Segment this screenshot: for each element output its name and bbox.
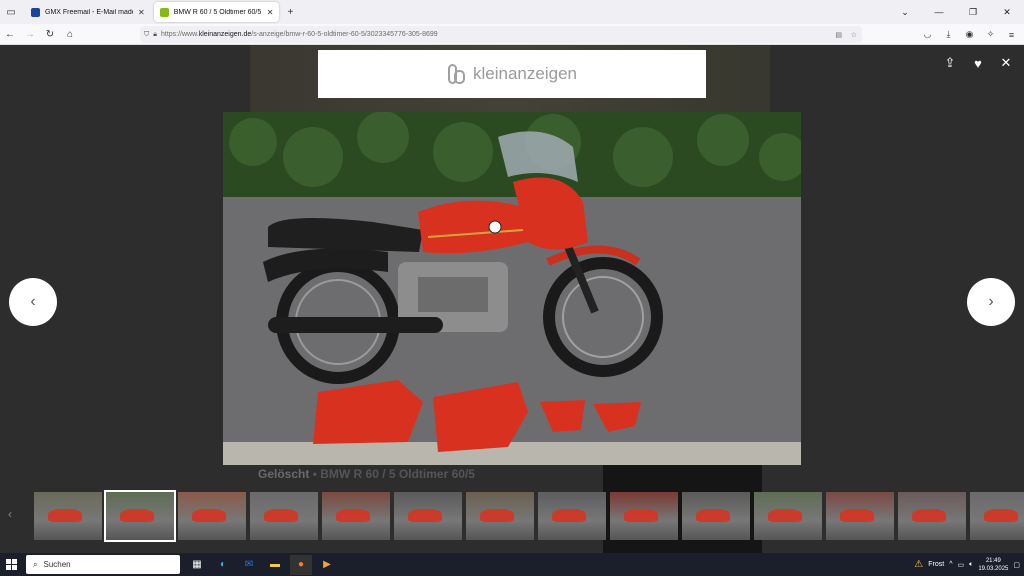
new-tab-button[interactable]: + bbox=[279, 1, 301, 23]
notifications-icon[interactable]: ▢ bbox=[1013, 561, 1020, 569]
shield-icon[interactable]: ⛉ bbox=[144, 31, 149, 39]
taskbar-search[interactable]: ⌕ Suchen bbox=[26, 555, 180, 574]
reload-icon[interactable]: ↻ bbox=[40, 29, 60, 40]
thumbnail-motorcycle-shape bbox=[551, 508, 586, 523]
main-photo bbox=[223, 112, 801, 465]
thumbnail-2[interactable] bbox=[104, 490, 176, 542]
thumbnail-motorcycle-shape bbox=[479, 508, 514, 523]
favorite-heart-icon[interactable]: ♥ bbox=[970, 55, 986, 71]
kleinanzeigen-logo: kleinanzeigen bbox=[318, 50, 706, 98]
bookmark-star-icon[interactable]: ☆ bbox=[851, 31, 857, 39]
volume-icon[interactable]: 🔈︎ bbox=[969, 561, 973, 569]
listing-title: BMW R 60 / 5 Oldtimer 60/5 bbox=[320, 467, 475, 481]
back-icon[interactable]: ← bbox=[0, 29, 20, 40]
minimize-icon[interactable]: — bbox=[922, 0, 956, 24]
thumbnail-9[interactable] bbox=[610, 492, 678, 540]
menu-icon[interactable]: ≡ bbox=[1003, 26, 1020, 43]
caption-separator: • bbox=[309, 467, 321, 481]
tab-gmx[interactable]: GMX Freemail - E-Mail made in ✕ bbox=[25, 2, 151, 22]
search-placeholder: Suchen bbox=[43, 560, 71, 569]
thumbnail-motorcycle-shape bbox=[119, 508, 154, 523]
tab-bar: ▭ GMX Freemail - E-Mail made in ✕ BMW R … bbox=[0, 0, 1024, 24]
deleted-label: Gelöscht bbox=[258, 467, 310, 481]
close-tab-icon[interactable]: ✕ bbox=[138, 8, 145, 17]
close-viewer-icon[interactable]: ✕ bbox=[998, 55, 1014, 71]
thumbnail-6[interactable] bbox=[394, 492, 462, 540]
forward-icon[interactable]: → bbox=[20, 29, 40, 40]
close-tab-icon[interactable]: ✕ bbox=[267, 8, 274, 17]
thumbnail-7[interactable] bbox=[466, 492, 534, 540]
windows-start-icon[interactable] bbox=[0, 553, 22, 576]
image-viewer: kleinanzeigen ⇪ ♥ ✕ ‹ › Gelöscht • BMW R… bbox=[0, 45, 1024, 553]
thumbnail-motorcycle-shape bbox=[623, 508, 658, 523]
pocket-icon[interactable]: ◡ bbox=[919, 26, 936, 43]
clock-time: 21:49 bbox=[985, 557, 1001, 564]
file-explorer-icon[interactable]: ▬ bbox=[264, 555, 286, 575]
thumbnail-motorcycle-shape bbox=[191, 508, 226, 523]
store-icon[interactable]: ▦ bbox=[186, 555, 208, 575]
thumbnail-motorcycle-shape bbox=[47, 508, 82, 523]
restore-icon[interactable]: ❐ bbox=[956, 0, 990, 24]
outlook-icon[interactable]: ✉ bbox=[238, 555, 260, 575]
thumbnail-motorcycle-shape bbox=[263, 508, 298, 523]
kleinanzeigen-logo-icon bbox=[448, 64, 466, 84]
clock-date: 19.03.2025 bbox=[978, 565, 1009, 572]
thumbnail-motorcycle-shape bbox=[335, 508, 370, 523]
tab-label: BMW R 60 / 5 Oldtimer 60/5 in bbox=[173, 8, 262, 16]
thumbnail-motorcycle-shape bbox=[983, 508, 1018, 523]
firefox-icon[interactable]: ● bbox=[290, 554, 312, 575]
thumbnail-11[interactable] bbox=[754, 492, 822, 540]
show-hidden-icons[interactable]: ^ bbox=[949, 561, 952, 568]
gmx-favicon-icon bbox=[31, 7, 40, 17]
thumbnail-3[interactable] bbox=[178, 492, 246, 540]
tab-label: GMX Freemail - E-Mail made in bbox=[45, 8, 133, 16]
thumbnail-strip bbox=[34, 490, 1024, 542]
clock[interactable]: 21:49 19.03.2025 bbox=[978, 557, 1008, 573]
reader-view-icon[interactable]: ▤ bbox=[835, 31, 842, 39]
listing-caption: Gelöscht • BMW R 60 / 5 Oldtimer 60/5 bbox=[258, 467, 475, 481]
url-text: https://www.kleinanzeigen.de/s-anzeige/b… bbox=[160, 31, 438, 38]
thumbnail-14[interactable] bbox=[970, 492, 1024, 540]
thumbnail-motorcycle-shape bbox=[911, 508, 946, 523]
thumbnail-13[interactable] bbox=[898, 492, 966, 540]
thumbnail-4[interactable] bbox=[250, 492, 318, 540]
previous-image-button[interactable]: ‹ bbox=[9, 278, 57, 326]
system-tray: ⚠ Frost ^ ▭ 🔈︎ 21:49 19.03.2025 ▢ bbox=[914, 553, 1024, 576]
close-window-icon[interactable]: ✕ bbox=[990, 0, 1024, 24]
thumbnail-motorcycle-shape bbox=[695, 508, 730, 523]
logo-text: kleinanzeigen bbox=[473, 64, 577, 83]
thumbnail-1[interactable] bbox=[34, 492, 102, 540]
taskbar: ⌕ Suchen ▦ ◐ ✉ ▬ ● ▶ ⚠ Frost ^ ▭ 🔈︎ 21:4… bbox=[0, 553, 1024, 576]
thumbs-prev-icon[interactable]: ‹ bbox=[8, 507, 12, 521]
thumbnail-motorcycle-shape bbox=[839, 508, 874, 523]
next-image-button[interactable]: › bbox=[967, 278, 1015, 326]
media-player-icon[interactable]: ▶ bbox=[316, 555, 338, 575]
tab-bmw[interactable]: BMW R 60 / 5 Oldtimer 60/5 in ✕ bbox=[153, 2, 280, 22]
thumbnail-8[interactable] bbox=[538, 492, 606, 540]
weather-text[interactable]: Frost bbox=[928, 561, 944, 568]
thumbnail-motorcycle-shape bbox=[767, 508, 802, 523]
thumbnail-10[interactable] bbox=[682, 492, 750, 540]
home-icon[interactable]: ⌂ bbox=[60, 29, 80, 40]
downloads-icon[interactable]: ⤓ bbox=[940, 26, 957, 43]
edge-icon[interactable]: ◐ bbox=[212, 555, 234, 575]
tab-list-icon[interactable]: ▭ bbox=[0, 1, 22, 23]
warning-icon[interactable]: ⚠ bbox=[914, 559, 923, 570]
url-bar[interactable]: ⛉ 🔒︎ https://www.kleinanzeigen.de/s-anze… bbox=[140, 26, 862, 43]
thumbnail-5[interactable] bbox=[322, 492, 390, 540]
search-icon: ⌕ bbox=[33, 559, 38, 569]
thumbnail-motorcycle-shape bbox=[407, 508, 442, 523]
share-icon[interactable]: ⇪ bbox=[942, 55, 958, 71]
nav-bar: ← → ↻ ⌂ ⛉ 🔒︎ https://www.kleinanzeigen.d… bbox=[0, 24, 1024, 45]
thumbnail-12[interactable] bbox=[826, 492, 894, 540]
extensions-icon[interactable]: ✧ bbox=[982, 26, 999, 43]
lock-icon[interactable]: 🔒︎ bbox=[153, 31, 157, 39]
network-icon[interactable]: ▭ bbox=[958, 561, 965, 569]
kleinanzeigen-favicon-icon bbox=[159, 7, 169, 17]
account-icon[interactable]: ◉ bbox=[961, 26, 978, 43]
list-all-tabs-icon[interactable]: ⌄ bbox=[888, 0, 922, 24]
